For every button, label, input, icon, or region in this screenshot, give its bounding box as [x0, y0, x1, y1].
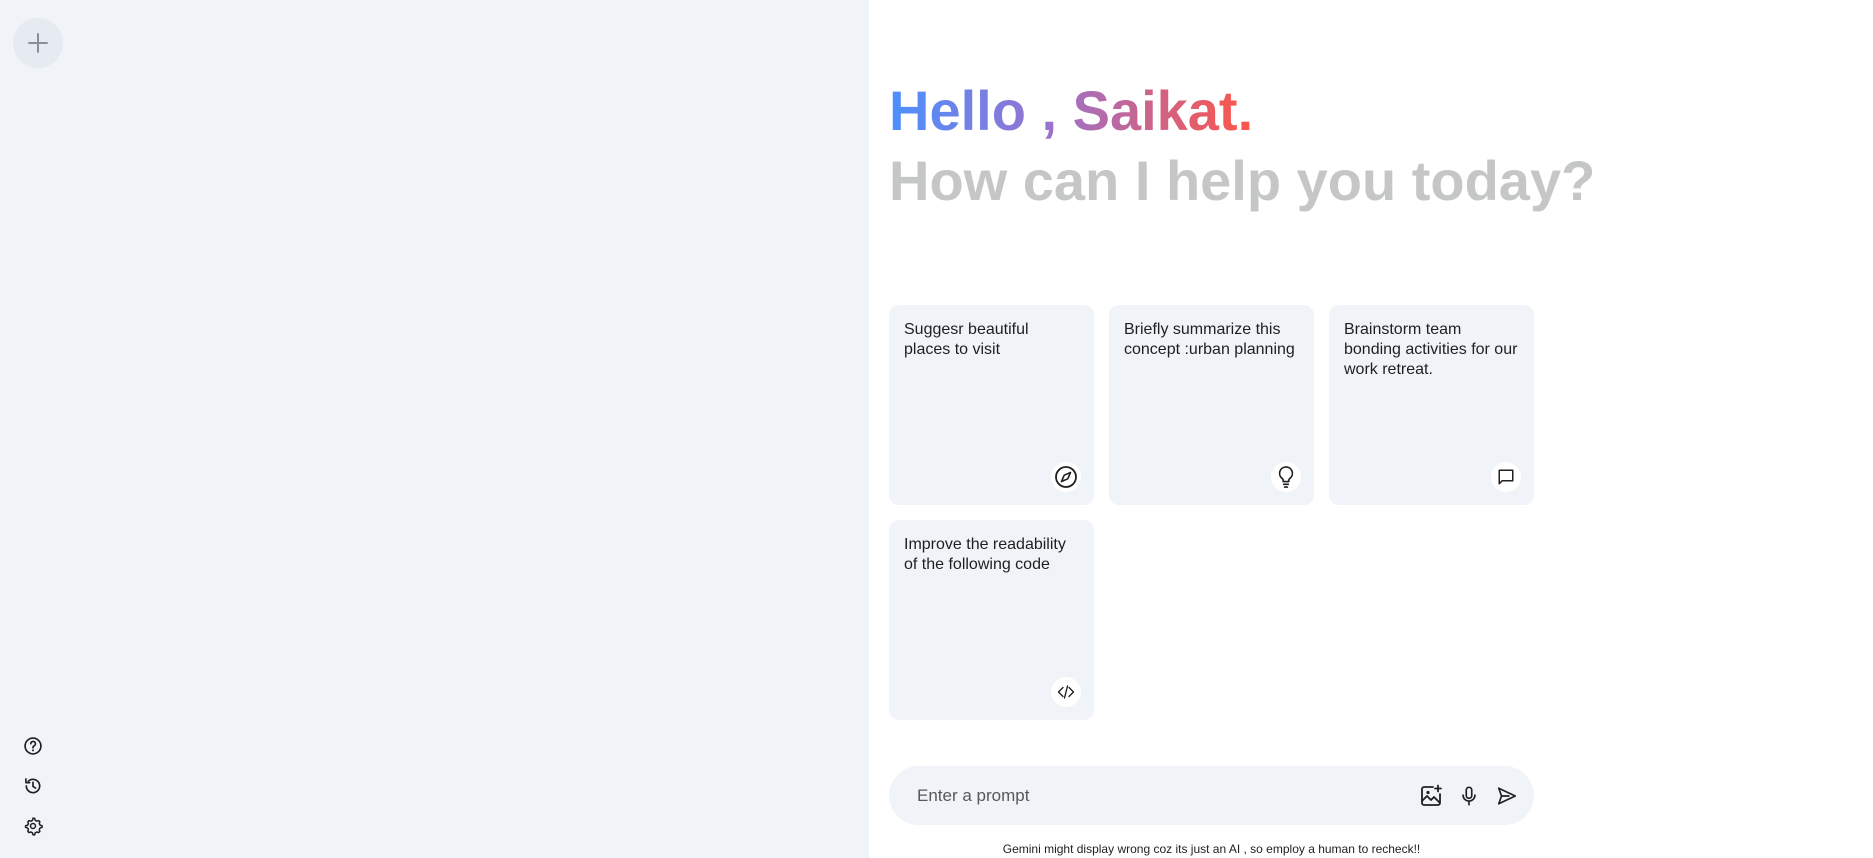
- suggestion-card-urban-planning[interactable]: Briefly summarize this concept :urban pl…: [1109, 305, 1314, 505]
- card-icon-wrap: [1271, 462, 1301, 492]
- help-icon: [24, 737, 42, 755]
- send-button[interactable]: [1494, 783, 1520, 809]
- compass-icon: [1055, 466, 1077, 488]
- card-text: Suggesr beautiful places to visit: [904, 321, 1029, 358]
- settings-button[interactable]: [22, 815, 44, 837]
- prompt-bar: [889, 766, 1534, 825]
- help-button[interactable]: [22, 735, 44, 757]
- bulb-icon: [1278, 466, 1294, 488]
- card-text: Brainstorm team bonding activities for o…: [1344, 321, 1518, 378]
- card-icon-wrap: [1491, 462, 1521, 492]
- main-panel: Hello , Saikat. How can I help you today…: [869, 0, 1873, 858]
- card-icon-wrap: [1051, 677, 1081, 707]
- disclaimer: Gemini might display wrong coz its just …: [1002, 842, 1421, 856]
- greeting-hello: Hello , Saikat.: [889, 79, 1254, 142]
- sidebar: [0, 0, 869, 858]
- gallery-icon: [1421, 784, 1442, 806]
- history-button[interactable]: [22, 775, 44, 797]
- greeting-subtitle: How can I help you today?: [889, 149, 1596, 212]
- prompt-input[interactable]: [917, 785, 1418, 806]
- mic-icon: [1462, 785, 1476, 806]
- settings-icon: [24, 817, 43, 836]
- suggestion-card-team-bonding[interactable]: Brainstorm team bonding activities for o…: [1329, 305, 1534, 505]
- plus-icon: [28, 33, 48, 53]
- history-icon: [25, 778, 41, 794]
- code-icon: [1057, 685, 1075, 699]
- message-icon: [1498, 469, 1514, 485]
- upload-image-button[interactable]: [1418, 783, 1444, 809]
- card-text: Improve the readability of the following…: [904, 536, 1066, 573]
- card-text: Briefly summarize this concept :urban pl…: [1124, 321, 1295, 358]
- mic-button[interactable]: [1456, 783, 1482, 809]
- card-icon-wrap: [1051, 462, 1081, 492]
- send-icon: [1497, 786, 1517, 805]
- prompt-icons: [1418, 783, 1520, 809]
- suggestion-card-places[interactable]: Suggesr beautiful places to visit: [889, 305, 1094, 505]
- suggestion-card-code[interactable]: Improve the readability of the following…: [889, 520, 1094, 720]
- greeting: Hello , Saikat.: [889, 76, 1253, 146]
- new-chat-button[interactable]: [13, 18, 63, 68]
